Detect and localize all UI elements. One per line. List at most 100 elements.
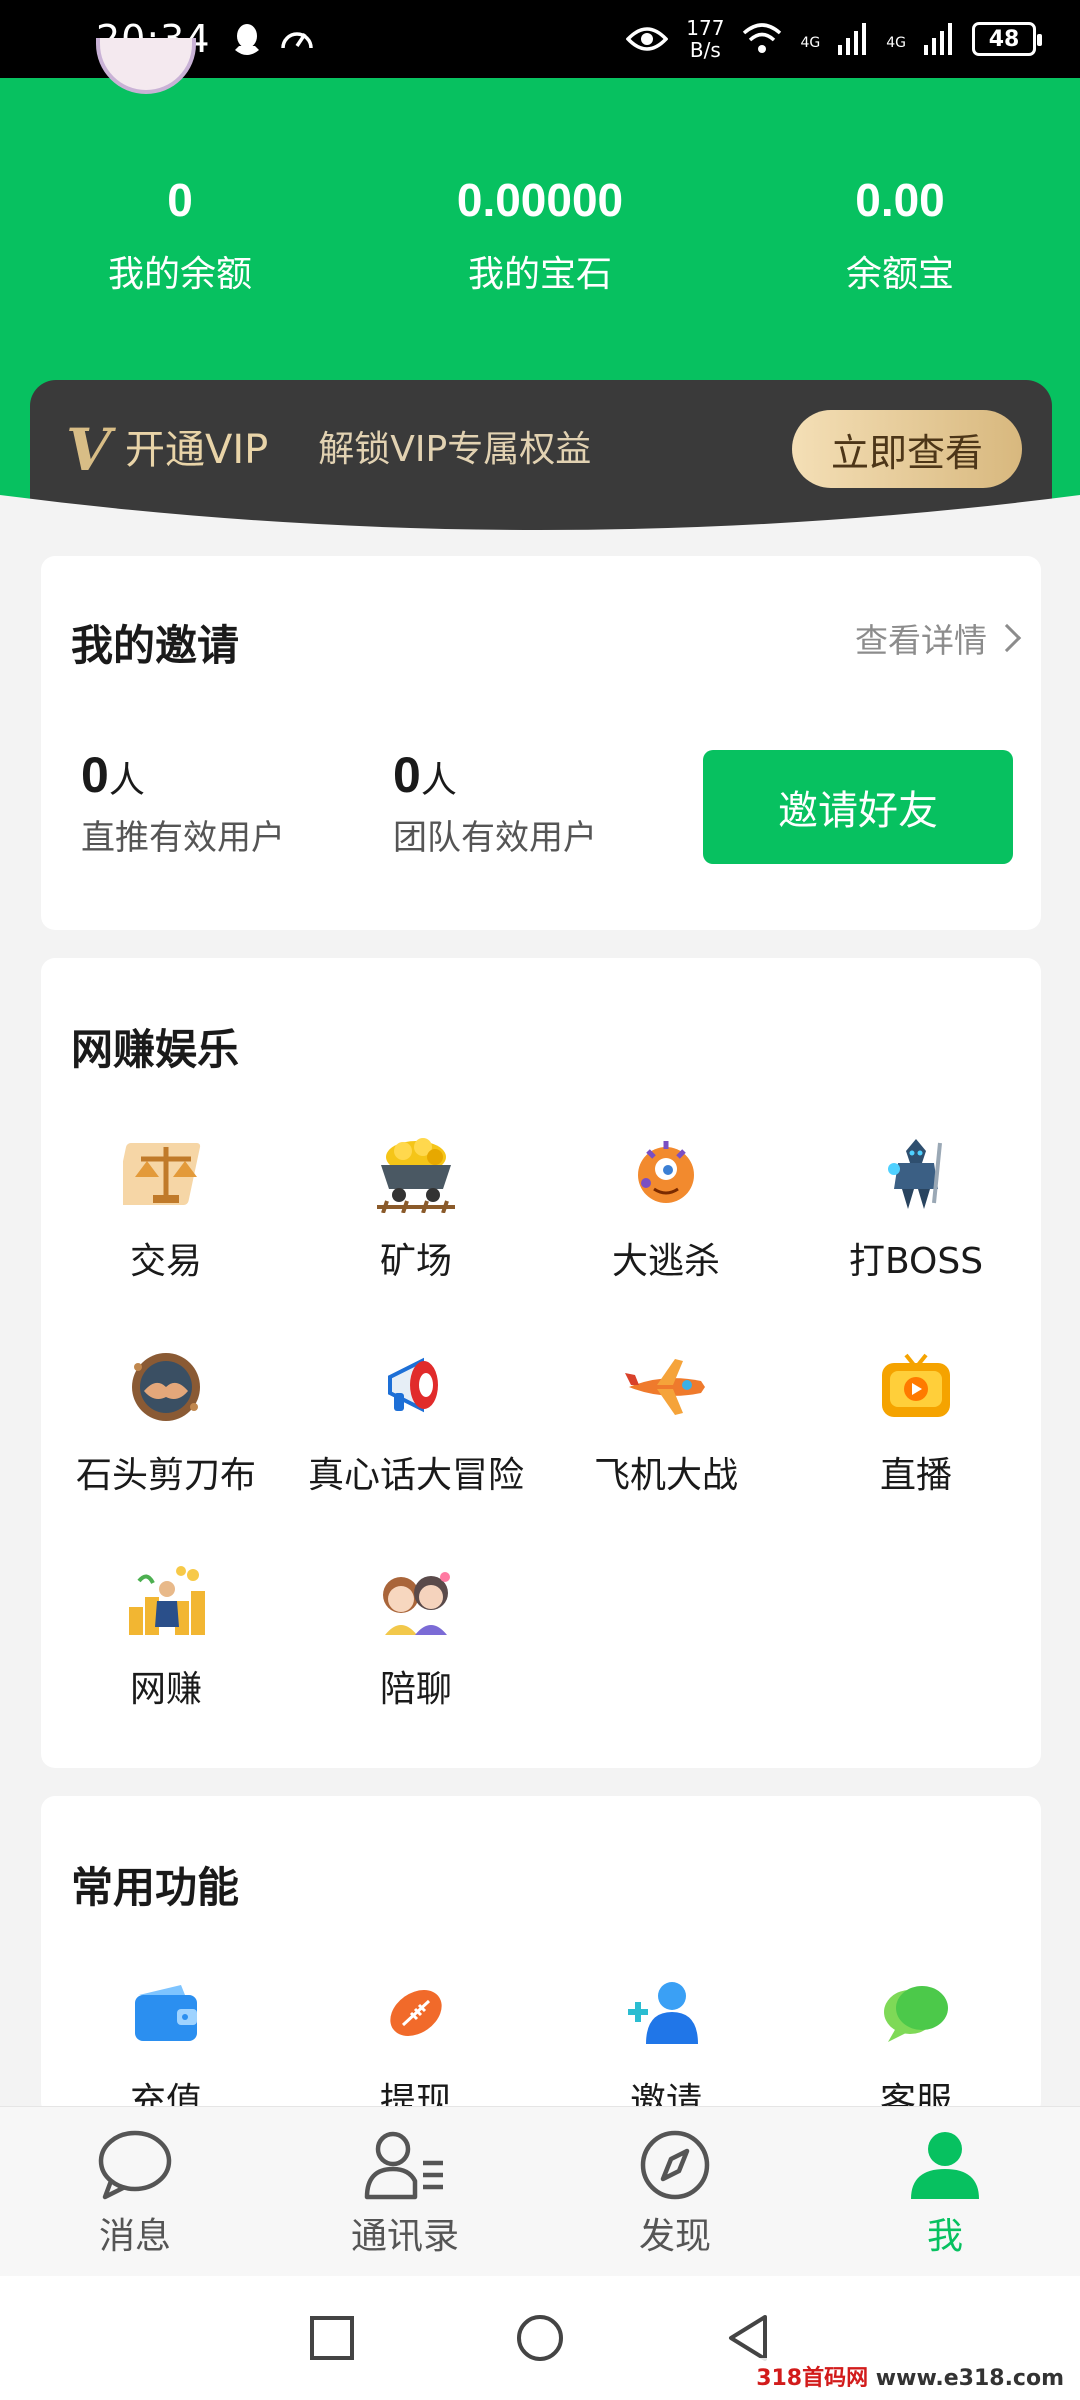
tab-contacts-label: 通讯录 xyxy=(350,2216,459,2257)
grid-item-battle-royale[interactable]: 大逃杀 xyxy=(541,1128,791,1302)
bottom-tab-bar: 消息 通讯录 发现 我 xyxy=(0,2106,1080,2276)
account-stats: 0 我的余额 0.00000 我的宝石 0.00 余额宝 xyxy=(0,173,1080,297)
network-speed: 177 B/s xyxy=(686,17,724,61)
chevron-right-icon xyxy=(992,623,1022,653)
balance-label: 我的余额 xyxy=(107,254,252,295)
qq-icon xyxy=(234,24,259,55)
grid-item-earn-online[interactable]: 网赚 xyxy=(41,1556,291,1730)
speedometer-icon xyxy=(280,32,313,49)
watermark: 318首码网 www.e318.com xyxy=(750,2358,1070,2394)
balance-stat[interactable]: 0 我的余额 xyxy=(0,173,360,297)
grid-label: 大逃杀 xyxy=(611,1241,720,1282)
common-functions-card: 常用功能 充值 提现 邀请 客服 xyxy=(41,1796,1041,2122)
scale-icon xyxy=(121,1128,211,1218)
vip-title: 开通VIP xyxy=(125,427,269,473)
grid-item-plane-battle[interactable]: 飞机大战 xyxy=(541,1342,791,1516)
yuebao-stat[interactable]: 0.00 余额宝 xyxy=(720,173,1080,297)
chat-people-icon xyxy=(371,1556,461,1646)
grid-label: 直播 xyxy=(879,1455,952,1496)
boss-icon xyxy=(871,1128,961,1218)
football-icon xyxy=(371,1968,461,2058)
vip-subtitle: 解锁VIP专属权益 xyxy=(318,429,592,470)
battery-indicator: 48 xyxy=(972,22,1042,56)
add-user-icon xyxy=(621,1968,711,2058)
grid-item-rock-paper-scissors[interactable]: 石头剪刀布 xyxy=(41,1342,291,1516)
plane-icon xyxy=(621,1342,711,1432)
signal-icon-1 xyxy=(838,23,867,55)
entertainment-grid: 交易 矿场 大逃杀 打BOSS 石头剪刀布 真心话大冒险 飞机大战 直播 网赚 … xyxy=(41,1128,1041,1730)
recent-apps-icon[interactable] xyxy=(309,2315,355,2361)
team-users-unit: 人 xyxy=(420,760,457,801)
message-icon xyxy=(98,2130,172,2200)
grid-item-truth-or-dare[interactable]: 真心话大冒险 xyxy=(291,1342,541,1516)
gems-stat[interactable]: 0.00000 我的宝石 xyxy=(360,173,720,297)
tab-me-label: 我 xyxy=(926,2216,963,2257)
wifi-icon xyxy=(743,23,782,53)
grid-label: 打BOSS xyxy=(848,1241,984,1282)
gems-label: 我的宝石 xyxy=(467,254,612,295)
grid-label: 陪聊 xyxy=(379,1669,452,1710)
vip-view-button[interactable]: 立即查看 xyxy=(792,410,1022,488)
balance-value: 0 xyxy=(167,174,193,226)
yuebao-value: 0.00 xyxy=(855,174,945,226)
grid-label: 真心话大冒险 xyxy=(307,1455,524,1496)
money-icon xyxy=(121,1556,211,1646)
speed-unit: B/s xyxy=(689,38,721,62)
team-users-stat: 0人 团队有效用户 xyxy=(393,746,597,859)
home-icon[interactable] xyxy=(515,2313,565,2363)
tab-contacts[interactable]: 通讯录 xyxy=(270,2107,540,2276)
monster-icon xyxy=(621,1128,711,1218)
tab-discover[interactable]: 发现 xyxy=(540,2107,810,2276)
grid-label: 交易 xyxy=(129,1241,202,1282)
battery-level: 48 xyxy=(988,26,1020,52)
watermark-brand: 318首码网 xyxy=(756,2366,869,2391)
grid-item-fight-boss[interactable]: 打BOSS xyxy=(791,1128,1041,1302)
yuebao-label: 余额宝 xyxy=(845,254,954,295)
chat-bubble-icon xyxy=(871,1968,961,2058)
invite-friends-button[interactable]: 邀请好友 xyxy=(703,750,1013,864)
avatar[interactable] xyxy=(96,38,196,94)
team-users-label: 团队有效用户 xyxy=(393,818,597,858)
profile-icon xyxy=(911,2132,979,2199)
direct-users-unit: 人 xyxy=(108,760,145,801)
eye-icon xyxy=(626,27,669,51)
back-icon[interactable] xyxy=(725,2313,771,2363)
compass-icon xyxy=(640,2130,710,2200)
view-details-link[interactable]: 查看详情 xyxy=(855,614,1022,662)
handshake-icon xyxy=(121,1342,211,1432)
grid-label: 矿场 xyxy=(379,1241,452,1282)
invite-title: 我的邀请 xyxy=(71,621,240,670)
entertainment-card: 网赚娱乐 交易 矿场 大逃杀 打BOSS 石头剪刀布 真心话大冒险 飞机大战 直… xyxy=(41,958,1041,1768)
vip-logo-icon: V xyxy=(66,416,112,484)
network-type-1: 4G xyxy=(800,35,821,51)
grid-item-trade[interactable]: 交易 xyxy=(41,1128,291,1302)
direct-users-count: 0 xyxy=(81,747,109,803)
contacts-icon xyxy=(364,2131,443,2200)
direct-users-stat: 0人 直推有效用户 xyxy=(81,746,285,859)
system-navigation-bar: 318首码网 www.e318.com xyxy=(0,2276,1080,2400)
direct-users-label: 直推有效用户 xyxy=(81,818,285,858)
live-tv-icon xyxy=(871,1342,961,1432)
grid-label: 石头剪刀布 xyxy=(75,1455,256,1496)
watermark-url: www.e318.com xyxy=(875,2366,1064,2391)
invite-card: 我的邀请 查看详情 0人 直推有效用户 0人 团队有效用户 邀请好友 xyxy=(41,556,1041,930)
mine-cart-icon xyxy=(371,1128,461,1218)
grid-label: 网赚 xyxy=(129,1669,202,1710)
megaphone-icon xyxy=(371,1342,461,1432)
tab-me[interactable]: 我 xyxy=(810,2107,1080,2276)
tab-discover-label: 发现 xyxy=(638,2216,711,2257)
signal-icon-2 xyxy=(924,23,952,55)
entertainment-title: 网赚娱乐 xyxy=(71,1025,240,1074)
common-functions-title: 常用功能 xyxy=(71,1863,240,1912)
wallet-icon xyxy=(121,1968,211,2058)
tab-messages[interactable]: 消息 xyxy=(0,2107,270,2276)
network-type-2: 4G xyxy=(886,35,906,51)
grid-item-mine[interactable]: 矿场 xyxy=(291,1128,541,1302)
team-users-count: 0 xyxy=(393,747,421,803)
grid-item-companion-chat[interactable]: 陪聊 xyxy=(291,1556,541,1730)
grid-label: 飞机大战 xyxy=(593,1455,738,1496)
view-details-label: 查看详情 xyxy=(855,621,987,660)
gems-value: 0.00000 xyxy=(456,174,624,226)
grid-item-live[interactable]: 直播 xyxy=(791,1342,1041,1516)
header-curve xyxy=(0,495,1080,565)
